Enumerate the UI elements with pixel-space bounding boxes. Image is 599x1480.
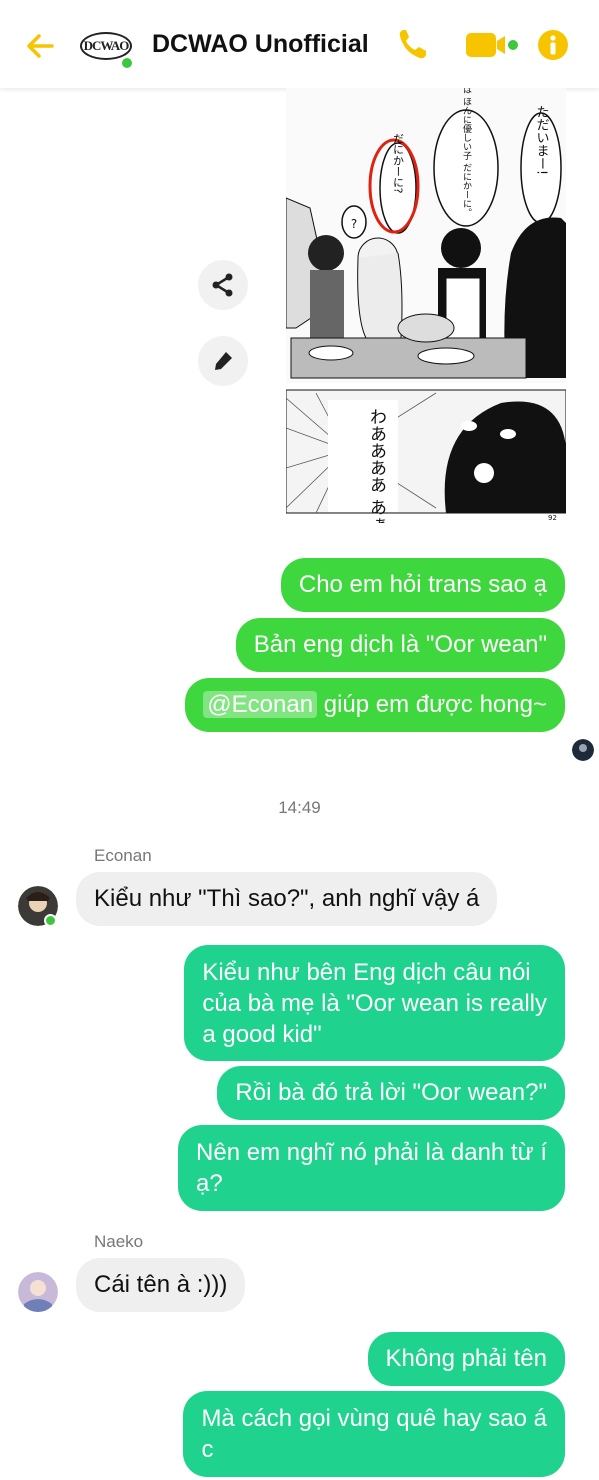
online-indicator (120, 56, 134, 70)
message-bubble[interactable]: Kiểu như "Thì sao?", anh nghĩ vậy á (76, 872, 498, 926)
message-line: ạ? (196, 1170, 223, 1197)
message-line: Mà cách gọi vùng quê hay sao á (201, 1405, 547, 1432)
sender-name: Econan (94, 846, 152, 865)
edit-button[interactable] (198, 336, 248, 386)
message-line: a good kid" (202, 1021, 322, 1048)
message-list[interactable]: ただいまー! うちの子は ほんに優しい子 だにかーに。 だにかーに? ? わああ… (0, 49, 599, 1480)
message-bubble[interactable]: Cho em hỏi trans sao ạ (280, 558, 565, 612)
mention-econan[interactable]: @Econan (203, 691, 318, 718)
group-avatar[interactable]: DCWAO (80, 26, 136, 70)
message-text: Kiểu như "Thì sao?", anh nghĩ vậy á (94, 885, 480, 912)
chat-header: DCWAO DCWAO Unofficial (0, 0, 599, 88)
pencil-icon (215, 352, 232, 370)
message-bubble[interactable]: Không phải tên (367, 1332, 565, 1386)
message-bubble[interactable]: Nên em nghĩ nó phải là danh từ í ạ? (178, 1125, 565, 1211)
manga-page-drawing: ただいまー! うちの子は ほんに優しい子 だにかーに。 だにかーに? ? わああ… (285, 49, 567, 580)
message-text: Cái tên à :))) (94, 1271, 228, 1298)
jp-bubble-4: ? (351, 217, 357, 231)
share-icon (212, 273, 233, 297)
page-number: 92 (548, 514, 557, 522)
message-bubble[interactable]: Cái tên à :))) (76, 1258, 246, 1312)
timestamp: 14:49 (278, 798, 321, 817)
message-bubble[interactable]: @Econan giúp em được hong~ (185, 678, 565, 732)
chat-title[interactable]: DCWAO Unofficial (152, 30, 369, 59)
message-bubble[interactable]: Rồi bà đó trả lời "Oor wean?" (217, 1066, 565, 1120)
jp-bubble-3: だにかーに? (392, 132, 405, 193)
message-line: c (201, 1436, 214, 1463)
video-camera-icon[interactable] (465, 31, 521, 59)
sender-name: Naeko (94, 1232, 144, 1251)
avatar-naeko[interactable] (18, 1272, 58, 1312)
message-bubble[interactable]: Mà cách gọi vùng quê hay sao á c (183, 1391, 565, 1477)
seen-avatar (572, 739, 594, 761)
message-bubble[interactable]: Kiểu như bên Eng dịch câu nói của bà mẹ … (184, 945, 565, 1061)
manga-image[interactable]: ただいまー! うちの子は ほんに優しい子 だにかーに。 だにかーに? ? わああ… (285, 49, 567, 580)
message-text: Bản eng dịch là "Oor wean" (253, 631, 547, 658)
message-text: giúp em được hong~ (317, 691, 547, 718)
phone-icon[interactable] (396, 26, 430, 62)
message-text: Cho em hỏi trans sao ạ (298, 571, 547, 598)
message-line: của bà mẹ là "Oor wean is really (202, 990, 547, 1017)
message-bubble[interactable]: Bản eng dịch là "Oor wean" (235, 618, 565, 672)
jp-shout: わああああ あぁ――!! (366, 408, 386, 523)
back-arrow-icon[interactable] (22, 28, 58, 64)
message-line: Nên em nghĩ nó phải là danh từ í (196, 1139, 547, 1166)
online-indicator (44, 914, 57, 927)
jp-bubble-1: ただいまー! (534, 105, 549, 175)
message-line: Kiểu như bên Eng dịch câu nói (202, 959, 531, 986)
message-text: Rồi bà đó trả lời "Oor wean?" (235, 1079, 547, 1106)
share-button[interactable] (198, 260, 248, 310)
jp-bubble-2: うちの子は ほんに優しい子 だにかーに。 (461, 88, 472, 217)
message-text: Không phải tên (385, 1345, 547, 1372)
info-icon[interactable] (537, 29, 569, 61)
